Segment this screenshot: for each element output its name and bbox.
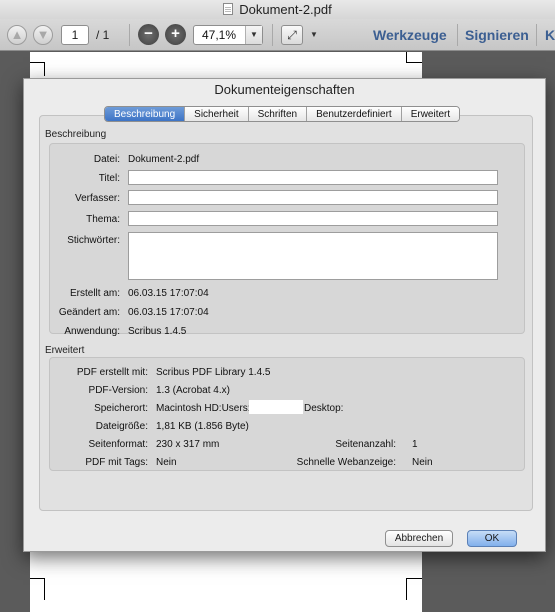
tools-button[interactable]: Werkzeuge: [373, 25, 447, 45]
producer-value: Scribus PDF Library 1.4.5: [156, 367, 271, 378]
chevron-down-icon[interactable]: ▼: [245, 26, 262, 44]
pdf-version-label: PDF-Version:: [88, 385, 148, 396]
zoom-in-icon: +: [171, 25, 180, 42]
arrow-up-icon: ▲: [10, 27, 24, 42]
page-total: / 1: [96, 28, 110, 42]
location-prefix: Macintosh HD:Users:: [156, 403, 251, 414]
tab-custom[interactable]: Benutzerdefiniert: [306, 107, 401, 121]
application-value: Scribus 1.4.5: [128, 326, 187, 337]
zoom-in-button[interactable]: +: [165, 24, 186, 45]
title-label: Titel:: [98, 173, 120, 184]
toolbar-divider: [272, 24, 273, 46]
pdf-document-icon: [223, 3, 234, 15]
page-count-value: 1: [412, 439, 418, 450]
author-field[interactable]: [128, 190, 498, 205]
file-size-value: 1,81 KB (1.856 Byte): [156, 421, 249, 432]
tagged-pdf-value: Nein: [156, 457, 177, 468]
fast-web-view-value: Nein: [412, 457, 433, 468]
tab-bar: Beschreibung Sicherheit Schriften Benutz…: [104, 106, 461, 122]
location-suffix: Desktop:: [304, 403, 344, 414]
tagged-pdf-label: PDF mit Tags:: [85, 457, 148, 468]
subject-field[interactable]: [128, 211, 498, 226]
cancel-button[interactable]: Abbrechen: [385, 530, 453, 547]
overflow-button[interactable]: K: [545, 25, 555, 45]
modified-label: Geändert am:: [58, 307, 120, 318]
location-label: Speicherort:: [94, 403, 148, 414]
page-count-label: Seitenanzahl:: [335, 439, 396, 450]
keywords-label: Stichwörter:: [67, 235, 120, 246]
next-page-button[interactable]: ▼: [33, 25, 53, 45]
modified-value: 06.03.15 17:07:04: [128, 307, 209, 318]
description-group: Datei: Dokument-2.pdf Titel: Verfasser: …: [49, 143, 525, 337]
section-description-title: Beschreibung: [45, 129, 107, 140]
zoom-select[interactable]: 47,1% ▼: [193, 25, 263, 45]
keywords-field[interactable]: [128, 232, 498, 280]
tab-advanced[interactable]: Erweitert: [400, 107, 460, 121]
zoom-out-icon: −: [144, 25, 153, 42]
toolbar-divider: [129, 24, 130, 46]
crop-mark: [44, 578, 45, 600]
created-value: 06.03.15 17:07:04: [128, 288, 209, 299]
document-properties-dialog: Dokumenteigenschaften Beschreibung Siche…: [23, 78, 546, 552]
crop-mark: [406, 52, 407, 62]
pdf-version-value: 1.3 (Acrobat 4.x): [156, 385, 230, 396]
application-label: Anwendung:: [64, 326, 120, 337]
tab-description[interactable]: Beschreibung: [105, 107, 185, 121]
toolbar-divider: [457, 24, 458, 46]
page-format-label: Seitenformat:: [88, 439, 148, 450]
advanced-group: PDF erstellt mit: Scribus PDF Library 1.…: [49, 357, 525, 471]
dialog-title: Dokumenteigenschaften: [214, 82, 355, 97]
tab-fonts[interactable]: Schriften: [247, 107, 307, 121]
section-advanced-title: Erweitert: [45, 345, 85, 356]
ok-button[interactable]: OK: [467, 530, 517, 547]
producer-label: PDF erstellt mit:: [76, 367, 148, 378]
tab-content: Beschreibung Datei: Dokument-2.pdf Titel…: [39, 115, 533, 511]
title-field[interactable]: [128, 170, 498, 185]
chevron-down-icon[interactable]: ▼: [310, 25, 318, 45]
file-label: Datei:: [93, 154, 120, 165]
created-label: Erstellt am:: [69, 288, 120, 299]
page-number-input[interactable]: 1: [61, 25, 89, 45]
zoom-value: 47,1%: [202, 28, 237, 42]
arrow-down-icon: ▼: [36, 27, 50, 42]
redacted-username: [249, 400, 303, 414]
crop-mark: [406, 62, 422, 63]
crop-mark: [406, 578, 422, 579]
crop-mark: [30, 578, 44, 579]
sign-button[interactable]: Signieren: [465, 25, 529, 45]
window-titlebar: Dokument-2.pdf: [0, 0, 555, 19]
file-size-label: Dateigröße:: [95, 421, 148, 432]
toolbar: ▲ ▼ 1 / 1 − + 47,1% ▼ ⤢ ▼ Werkzeuge Sign…: [0, 19, 555, 51]
crop-mark: [30, 62, 44, 63]
window-title: Dokument-2.pdf: [239, 2, 332, 17]
expand-icon: ⤢: [287, 28, 297, 42]
zoom-out-button[interactable]: −: [138, 24, 159, 45]
expand-button[interactable]: ⤢: [281, 25, 303, 45]
fast-web-view-label: Schnelle Webanzeige:: [296, 457, 396, 468]
crop-mark: [406, 578, 407, 600]
tab-security[interactable]: Sicherheit: [184, 107, 248, 121]
author-label: Verfasser:: [74, 193, 120, 204]
subject-label: Thema:: [86, 214, 120, 225]
toolbar-divider: [536, 24, 537, 46]
file-value: Dokument-2.pdf: [128, 154, 200, 165]
crop-mark: [44, 62, 45, 76]
previous-page-button[interactable]: ▲: [7, 25, 27, 45]
page-format-value: 230 x 317 mm: [156, 439, 220, 450]
